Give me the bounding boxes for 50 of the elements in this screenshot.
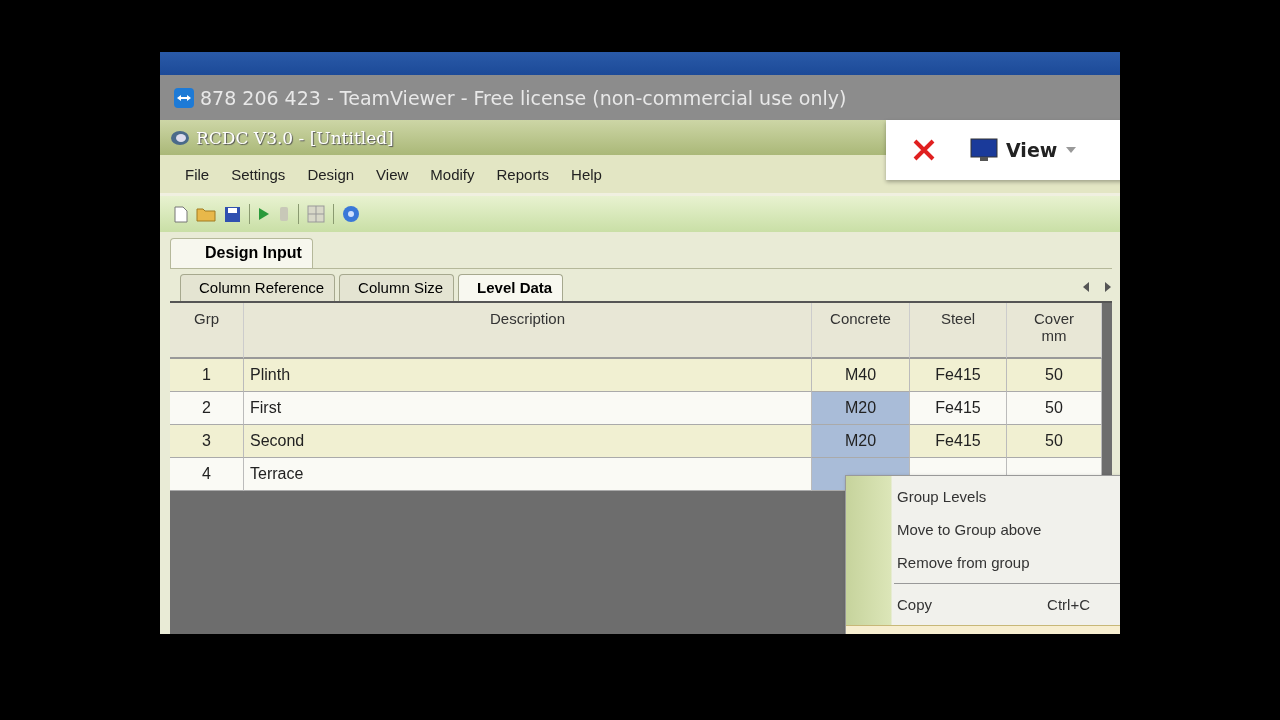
menu-item[interactable]: View <box>365 165 420 183</box>
table-cell: Second <box>244 425 812 458</box>
table-cell: Fe415 <box>910 359 1007 392</box>
column-header: Grp <box>170 303 244 359</box>
table-cell: 4 <box>170 458 244 491</box>
table-cell: Plinth <box>244 359 812 392</box>
menu-item[interactable]: Help <box>560 165 613 183</box>
menu-item[interactable]: File <box>174 165 221 183</box>
close-icon[interactable] <box>912 138 936 162</box>
help-icon[interactable] <box>342 205 360 223</box>
table-cell: 2 <box>170 392 244 425</box>
teamviewer-logo-icon <box>174 87 194 108</box>
table-cell: M40 <box>812 359 910 392</box>
table-cell: Terrace <box>244 458 812 491</box>
tab[interactable]: Design Input <box>170 238 313 268</box>
run-icon[interactable] <box>258 207 270 221</box>
table-cell: 50 <box>1007 392 1102 425</box>
tab[interactable]: Level Data <box>458 274 564 301</box>
column-header: Concrete <box>812 303 910 359</box>
column-header: Description <box>244 303 812 359</box>
menu-item[interactable]: Reports <box>485 165 561 183</box>
column-header: Cover mm <box>1007 303 1102 359</box>
scroll-arrows-icon[interactable] <box>1082 281 1112 293</box>
column-header: Steel <box>910 303 1007 359</box>
table-cell: First <box>244 392 812 425</box>
menu-item[interactable]: Settings <box>220 165 297 183</box>
tab[interactable]: Column Reference <box>180 274 336 301</box>
app-title: RCDC V3.0 - [Untitled] <box>196 127 394 148</box>
menu-item[interactable]: Copy Ctrl+C <box>846 588 1120 621</box>
monitor-icon <box>970 138 998 162</box>
window-title: 878 206 423 - TeamViewer - Free license (non-commercial use only) <box>200 86 847 109</box>
menu-item[interactable]: Modify <box>419 165 486 183</box>
grid-icon[interactable] <box>307 205 325 223</box>
new-file-icon[interactable] <box>174 205 188 223</box>
folder-icon[interactable] <box>196 206 216 222</box>
table-cell: 50 <box>1007 359 1102 392</box>
table-cell: M20 <box>812 392 910 425</box>
table-cell: Fe415 <box>910 425 1007 458</box>
table-cell: Fe415 <box>910 392 1007 425</box>
menu-item[interactable]: Remove from group <box>846 546 1120 579</box>
table-cell: 1 <box>170 359 244 392</box>
table-cell: 3 <box>170 425 244 458</box>
menu-item[interactable]: Move to Group above <box>846 513 1120 546</box>
save-icon[interactable] <box>224 205 241 223</box>
table-cell: M20 <box>812 425 910 458</box>
menu-item[interactable]: Group Levels <box>846 480 1120 513</box>
tab[interactable]: Column Size <box>339 274 455 301</box>
menu-item[interactable]: Design <box>296 165 366 183</box>
table-cell: 50 <box>1007 425 1102 458</box>
app-logo-icon <box>170 129 190 146</box>
